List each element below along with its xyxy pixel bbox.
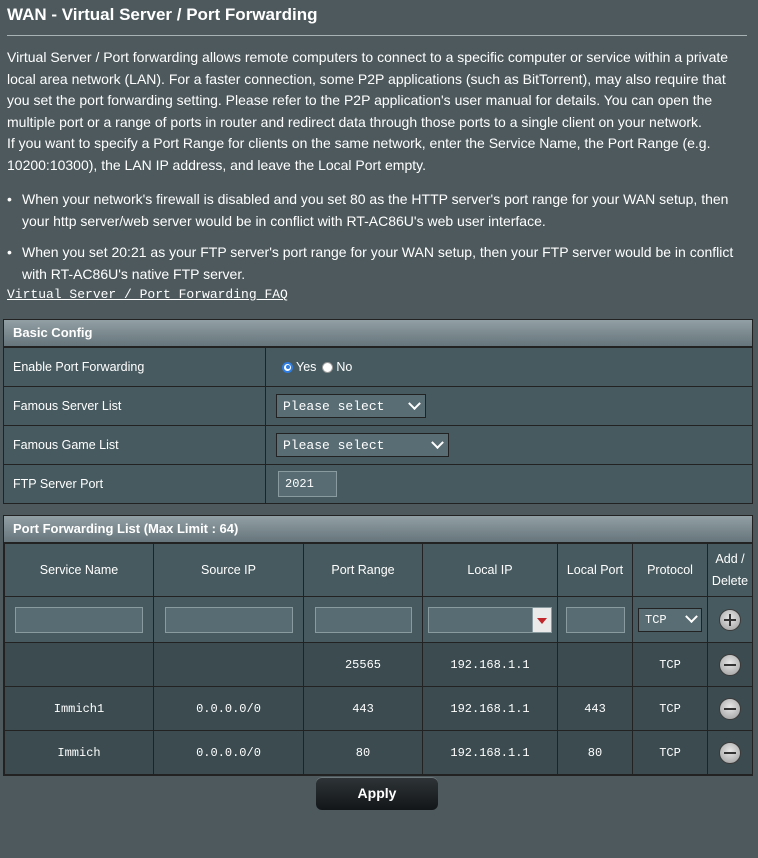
famous-game-select-value: Please select — [283, 437, 385, 453]
warning-item: When you set 20:21 as your FTP server's … — [7, 242, 751, 285]
enable-port-forwarding-row: Enable Port Forwarding Yes No — [4, 347, 752, 386]
warning-list: When your network's firewall is disabled… — [7, 189, 751, 295]
source-ip-input[interactable] — [164, 606, 293, 633]
cell-source-ip: 0.0.0.0/0 — [153, 686, 304, 731]
title-divider — [7, 35, 747, 36]
enable-no-radio[interactable]: No — [322, 360, 352, 374]
col-protocol: Protocol — [632, 543, 708, 597]
port-range-input[interactable] — [314, 606, 412, 633]
cell-source-ip: 0.0.0.0/0 — [153, 730, 304, 775]
cell-local-port: 80 — [557, 730, 633, 775]
page-title: WAN - Virtual Server / Port Forwarding — [7, 5, 318, 24]
protocol-select-value: TCP — [645, 612, 667, 627]
famous-server-list-label: Famous Server List — [4, 387, 266, 425]
enable-no-label: No — [336, 360, 353, 374]
famous-server-select-value: Please select — [283, 398, 385, 414]
protocol-select[interactable]: TCP — [638, 607, 702, 632]
add-rule-button[interactable] — [719, 608, 741, 631]
famous-server-list-row: Famous Server List Please select — [4, 386, 752, 425]
delete-rule-button[interactable] — [719, 697, 741, 720]
faq-link[interactable]: Virtual Server / Port Forwarding FAQ — [7, 287, 288, 302]
famous-game-list-row: Famous Game List Please select — [4, 425, 752, 464]
col-local-port: Local Port — [557, 543, 633, 597]
chevron-down-icon — [431, 435, 444, 449]
cell-local-ip: 192.168.1.1 — [422, 642, 558, 687]
ftp-server-port-label: FTP Server Port — [4, 465, 266, 503]
cell-protocol: TCP — [632, 730, 708, 775]
famous-server-select[interactable]: Please select — [276, 394, 426, 418]
enable-port-forwarding-label: Enable Port Forwarding — [4, 348, 266, 386]
cell-port-range: 25565 — [303, 642, 423, 687]
basic-config-header: Basic Config — [4, 320, 752, 347]
basic-config-panel: Basic Config Enable Port Forwarding Yes … — [3, 319, 753, 504]
description-paragraph-1: Virtual Server / Port forwarding allows … — [7, 49, 729, 130]
col-add-delete: Add / Delete — [707, 543, 753, 597]
local-port-input[interactable] — [565, 606, 625, 633]
col-port-range: Port Range — [303, 543, 423, 597]
local-ip-input[interactable] — [428, 606, 532, 633]
apply-button[interactable]: Apply — [316, 777, 438, 810]
description-paragraph-2: If you want to specify a Port Range for … — [7, 135, 711, 173]
famous-game-list-label: Famous Game List — [4, 426, 266, 464]
cell-local-ip: 192.168.1.1 — [422, 730, 558, 775]
service-name-input[interactable] — [15, 606, 143, 633]
radio-checked-icon[interactable] — [282, 361, 293, 373]
port-forwarding-list-panel: Port Forwarding List (Max Limit : 64) Se… — [3, 515, 753, 776]
enable-yes-label: Yes — [296, 360, 317, 374]
col-local-ip: Local IP — [422, 543, 558, 597]
cell-protocol: TCP — [632, 686, 708, 731]
col-add-delete-line1: Add / — [715, 552, 745, 566]
col-service-name: Service Name — [4, 543, 154, 597]
table-row: Immich 0.0.0.0/0 80 192.168.1.1 80 TCP — [4, 730, 753, 775]
cell-port-range: 443 — [303, 686, 423, 731]
description: Virtual Server / Port forwarding allows … — [7, 47, 751, 177]
cell-port-range: 80 — [303, 730, 423, 775]
chevron-down-icon — [408, 396, 421, 410]
warning-item: When your network's firewall is disabled… — [7, 189, 751, 232]
cell-service-name — [4, 642, 154, 687]
local-ip-combo — [428, 606, 552, 633]
table-row: 25565 192.168.1.1 TCP — [4, 642, 753, 687]
port-forwarding-list-header: Port Forwarding List (Max Limit : 64) — [4, 516, 752, 543]
enable-yes-radio[interactable]: Yes — [282, 360, 316, 374]
delete-rule-button[interactable] — [719, 653, 741, 676]
table-header-row: Service Name Source IP Port Range Local … — [4, 543, 753, 597]
port-forwarding-table: Service Name Source IP Port Range Local … — [4, 543, 753, 775]
cell-local-port — [557, 642, 633, 687]
col-add-delete-line2: Delete — [711, 574, 749, 588]
cell-service-name: Immich — [4, 730, 154, 775]
ftp-server-port-row: FTP Server Port 2021 — [4, 464, 752, 503]
chevron-down-icon — [685, 610, 698, 624]
famous-game-select[interactable]: Please select — [276, 433, 449, 457]
table-row: Immich1 0.0.0.0/0 443 192.168.1.1 443 TC… — [4, 686, 753, 731]
delete-rule-button[interactable] — [719, 741, 741, 764]
cell-local-ip: 192.168.1.1 — [422, 686, 558, 731]
col-source-ip: Source IP — [153, 543, 304, 597]
ftp-server-port-input[interactable]: 2021 — [278, 471, 337, 497]
radio-unchecked-icon[interactable] — [322, 361, 334, 373]
cell-service-name: Immich1 — [4, 686, 154, 731]
new-rule-row: TCP — [4, 596, 753, 643]
local-ip-dropdown-button[interactable] — [532, 606, 552, 633]
cell-source-ip — [153, 642, 304, 687]
cell-protocol: TCP — [632, 642, 708, 687]
cell-local-port: 443 — [557, 686, 633, 731]
